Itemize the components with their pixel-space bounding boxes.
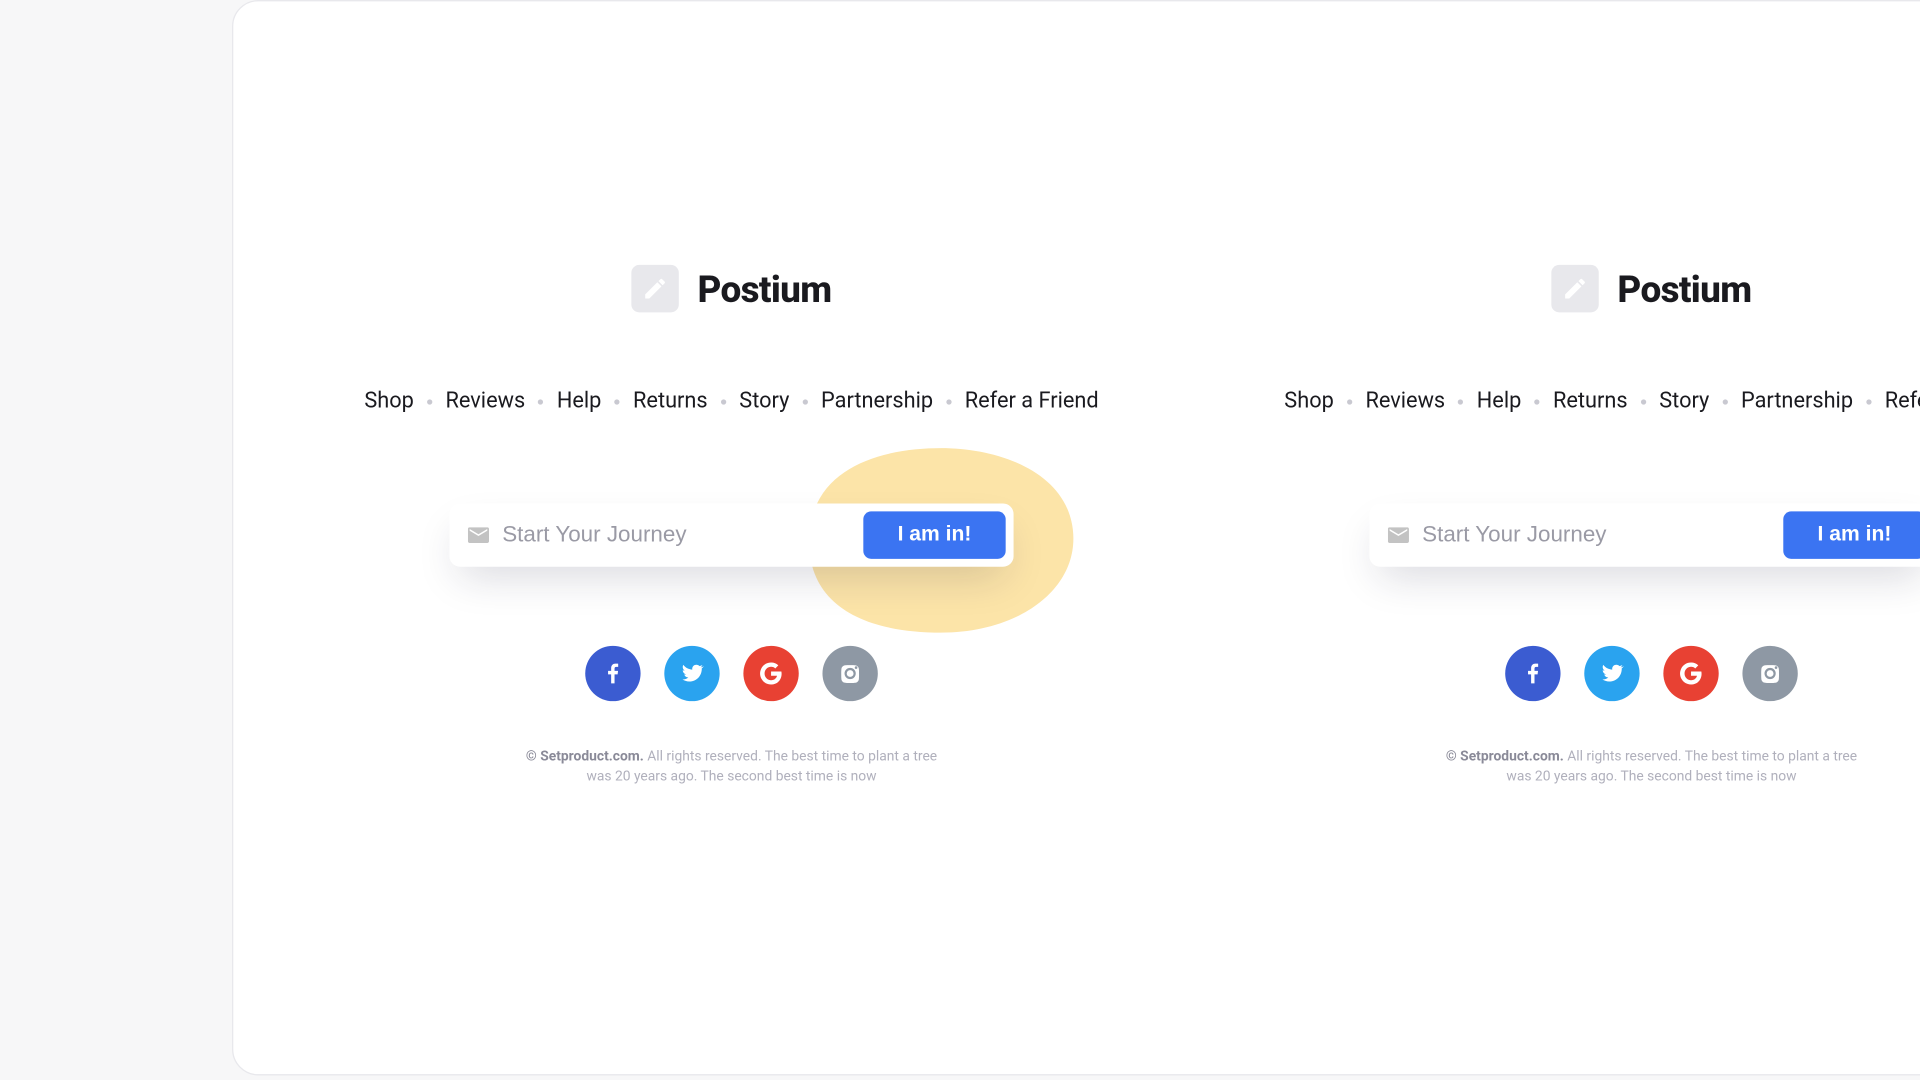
dot-icon xyxy=(538,399,543,404)
email-input[interactable] xyxy=(1409,522,1783,548)
facebook-icon[interactable] xyxy=(585,646,640,701)
dot-icon xyxy=(721,399,726,404)
submit-button[interactable]: I am in! xyxy=(1783,511,1920,558)
instagram-icon[interactable] xyxy=(1742,646,1797,701)
brand-name: Postium xyxy=(1617,267,1751,310)
dot-icon xyxy=(1723,399,1728,404)
brand: Postium xyxy=(1552,265,1752,312)
dot-icon xyxy=(803,399,808,404)
legal-prefix: © Setproduct.com. xyxy=(1446,747,1564,764)
nav-reviews[interactable]: Reviews xyxy=(1365,389,1445,414)
signup-form: I am in! xyxy=(449,503,1013,566)
nav-story[interactable]: Story xyxy=(1659,389,1709,414)
footer-variant-left: Postium Shop Reviews Help Returns Story … xyxy=(312,1,1150,1074)
dot-icon xyxy=(1458,399,1463,404)
footer-variant-right: Postium Shop Reviews Help Returns Story … xyxy=(1232,1,1920,1074)
nav-returns[interactable]: Returns xyxy=(1553,389,1628,414)
footer-nav: Shop Reviews Help Returns Story Partners… xyxy=(364,389,1098,414)
nav-returns[interactable]: Returns xyxy=(633,389,708,414)
legal-prefix: © Setproduct.com. xyxy=(526,747,644,764)
dot-icon xyxy=(1535,399,1540,404)
dot-icon xyxy=(946,399,951,404)
footer-nav: Shop Reviews Help Returns Story Partners… xyxy=(1284,389,1920,414)
facebook-icon[interactable] xyxy=(1505,646,1560,701)
nav-refer[interactable]: Refer a Friend xyxy=(1885,389,1920,414)
legal-text: © Setproduct.com. All rights reserved. T… xyxy=(1441,746,1863,786)
brand-name: Postium xyxy=(697,267,831,310)
nav-refer[interactable]: Refer a Friend xyxy=(965,389,1099,414)
submit-button[interactable]: I am in! xyxy=(863,511,1005,558)
brand: Postium xyxy=(632,265,832,312)
social-row xyxy=(1505,646,1798,701)
nav-help[interactable]: Help xyxy=(1477,389,1522,414)
signup-form: I am in! xyxy=(1369,503,1920,566)
instagram-icon[interactable] xyxy=(822,646,877,701)
social-row xyxy=(585,646,878,701)
mail-icon xyxy=(1388,527,1409,543)
nav-story[interactable]: Story xyxy=(739,389,789,414)
nav-shop[interactable]: Shop xyxy=(364,389,414,414)
dot-icon xyxy=(1866,399,1871,404)
design-canvas: Postium Shop Reviews Help Returns Story … xyxy=(232,0,1920,1075)
twitter-icon[interactable] xyxy=(1584,646,1639,701)
pencil-icon xyxy=(1552,265,1599,312)
nav-reviews[interactable]: Reviews xyxy=(445,389,525,414)
google-icon[interactable] xyxy=(743,646,798,701)
twitter-icon[interactable] xyxy=(664,646,719,701)
google-icon[interactable] xyxy=(1663,646,1718,701)
dot-icon xyxy=(615,399,620,404)
email-input[interactable] xyxy=(489,522,863,548)
signup-wrap: I am in! xyxy=(1369,503,1920,566)
mail-icon xyxy=(468,527,489,543)
dot-icon xyxy=(427,399,432,404)
legal-text: © Setproduct.com. All rights reserved. T… xyxy=(521,746,943,786)
dot-icon xyxy=(1347,399,1352,404)
nav-shop[interactable]: Shop xyxy=(1284,389,1334,414)
dot-icon xyxy=(1641,399,1646,404)
signup-wrap: I am in! xyxy=(449,503,1013,566)
nav-partnership[interactable]: Partnership xyxy=(1741,389,1853,414)
pencil-icon xyxy=(632,265,679,312)
nav-help[interactable]: Help xyxy=(557,389,602,414)
nav-partnership[interactable]: Partnership xyxy=(821,389,933,414)
